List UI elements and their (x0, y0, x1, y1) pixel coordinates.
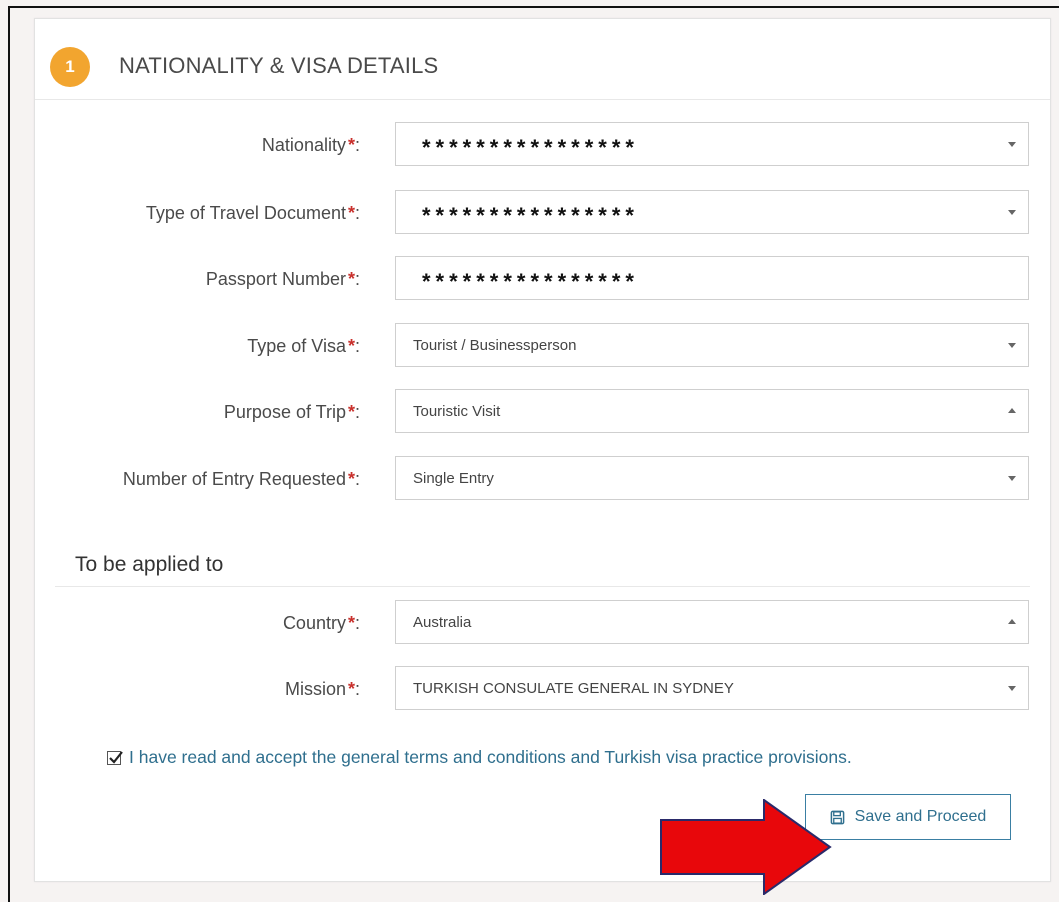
country-label: Country *: (283, 600, 360, 646)
nationality-row: Nationality *: **************** (35, 122, 1050, 168)
passport-number-value: **************** (422, 269, 639, 294)
trip-purpose-label: Purpose of Trip *: (224, 389, 360, 435)
travel-document-label: Type of Travel Document *: (146, 190, 360, 236)
section-divider (55, 586, 1030, 587)
country-row: Country *: Australia (35, 600, 1050, 646)
required-marker: * (347, 678, 355, 699)
chevron-up-icon (1008, 619, 1016, 624)
panel-title: NATIONALITY & VISA DETAILS (119, 53, 439, 78)
label-text: Type of Travel Document (145, 202, 346, 223)
required-marker: * (347, 335, 355, 356)
required-marker: * (347, 468, 355, 489)
red-arrow-icon (660, 799, 832, 895)
label-colon: : (354, 612, 360, 633)
panel-header: 1 NATIONALITY & VISA DETAILS (35, 19, 1050, 100)
save-button-label: Save and Proceed (854, 808, 987, 825)
country-select[interactable]: Australia (395, 600, 1029, 644)
terms-link[interactable]: I have read and accept the general terms… (129, 747, 852, 768)
travel-document-value: **************** (422, 203, 639, 228)
entry-count-row: Number of Entry Requested *: Single Entry (35, 456, 1050, 502)
visa-type-row: Type of Visa *: Tourist / Businessperson (35, 323, 1050, 369)
checkmark-icon (109, 750, 123, 764)
visa-type-label: Type of Visa *: (247, 323, 360, 369)
terms-acceptance: I have read and accept the general terms… (107, 747, 852, 768)
nationality-value: **************** (422, 135, 639, 160)
label-text: Number of Entry Requested (122, 468, 346, 489)
entry-count-select[interactable]: Single Entry (395, 456, 1029, 500)
required-marker: * (347, 268, 355, 289)
nationality-label: Nationality *: (262, 122, 360, 168)
mission-select[interactable]: TURKISH CONSULATE GENERAL IN SYDNEY (395, 666, 1029, 710)
required-marker: * (347, 612, 355, 633)
label-colon: : (354, 134, 360, 155)
label-colon: : (354, 678, 360, 699)
mission-value: TURKISH CONSULATE GENERAL IN SYDNEY (413, 679, 734, 697)
entry-count-label: Number of Entry Requested *: (123, 456, 360, 502)
save-and-proceed-button[interactable]: Save and Proceed (805, 794, 1011, 840)
chevron-down-icon (1008, 142, 1016, 147)
trip-purpose-select[interactable]: Touristic Visit (395, 389, 1029, 433)
visa-type-value: Tourist / Businessperson (413, 336, 577, 354)
travel-document-select[interactable]: **************** (395, 190, 1029, 234)
label-text: Mission (284, 678, 346, 699)
required-marker: * (347, 134, 355, 155)
passport-number-input[interactable]: **************** (395, 256, 1029, 300)
required-marker: * (347, 202, 355, 223)
chevron-down-icon (1008, 686, 1016, 691)
terms-checkbox[interactable] (107, 750, 123, 765)
mission-row: Mission *: TURKISH CONSULATE GENERAL IN S… (35, 666, 1050, 712)
country-value: Australia (413, 613, 472, 631)
chevron-down-icon (1008, 343, 1016, 348)
label-colon: : (354, 335, 360, 356)
label-colon: : (354, 268, 360, 289)
required-marker: * (347, 401, 355, 422)
passport-number-row: Passport Number *: **************** (35, 256, 1050, 302)
chevron-up-icon (1008, 408, 1016, 413)
label-text: Passport Number (205, 268, 346, 289)
label-text: Type of Visa (247, 335, 346, 356)
step-number-badge: 1 (50, 47, 90, 87)
label-colon: : (354, 202, 360, 223)
label-colon: : (354, 468, 360, 489)
label-text: Purpose of Trip (223, 401, 346, 422)
label-text: Country (282, 612, 346, 633)
trip-purpose-row: Purpose of Trip *: Touristic Visit (35, 389, 1050, 435)
visa-details-panel: 1 NATIONALITY & VISA DETAILS Nationality… (34, 18, 1051, 895)
trip-purpose-value: Touristic Visit (413, 402, 501, 420)
entry-count-value: Single Entry (413, 469, 494, 487)
chevron-down-icon (1008, 210, 1016, 215)
chevron-down-icon (1008, 476, 1016, 481)
applied-to-heading: To be applied to (75, 553, 224, 576)
label-text: Nationality (261, 134, 346, 155)
mission-label: Mission *: (285, 666, 360, 712)
travel-document-row: Type of Travel Document *: **************… (35, 190, 1050, 236)
label-colon: : (354, 401, 360, 422)
nationality-select[interactable]: **************** (395, 122, 1029, 166)
visa-type-select[interactable]: Tourist / Businessperson (395, 323, 1029, 367)
passport-number-label: Passport Number *: (206, 256, 360, 302)
